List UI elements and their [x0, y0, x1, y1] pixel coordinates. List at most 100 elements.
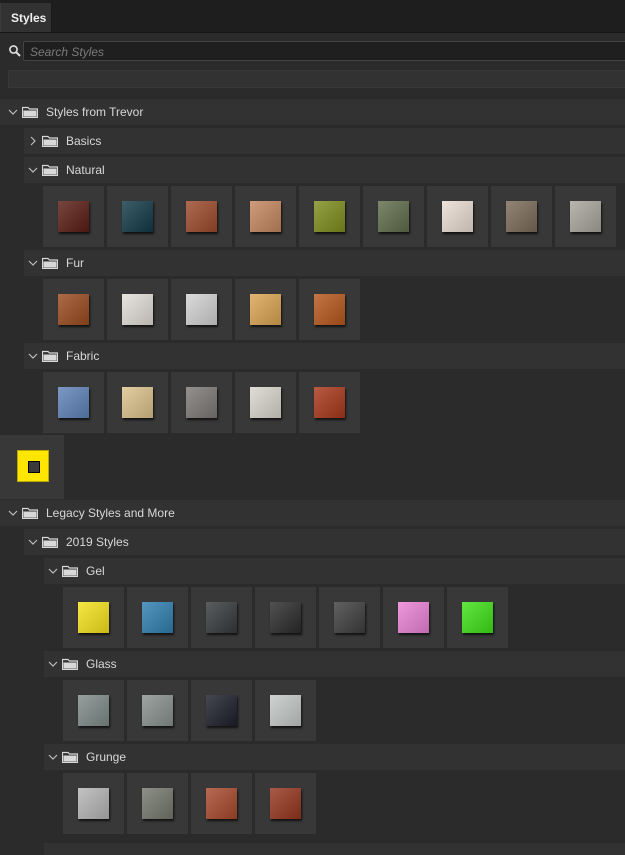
- green-gel-style-swatch[interactable]: [462, 602, 493, 633]
- style-cell-dark-red-wood-style[interactable]: [43, 186, 104, 247]
- black-glass-style-swatch[interactable]: [206, 695, 237, 726]
- fox-fur-style-swatch[interactable]: [58, 294, 89, 325]
- black-gel-style-swatch[interactable]: [270, 602, 301, 633]
- brick-style-swatch[interactable]: [206, 788, 237, 819]
- group-fabric[interactable]: Fabric: [24, 343, 625, 369]
- folder-icon: [42, 257, 58, 269]
- chevron-down-icon[interactable]: [28, 165, 38, 175]
- group-natural[interactable]: Natural: [24, 157, 625, 183]
- group-fur[interactable]: Fur: [24, 250, 625, 276]
- linen-style-swatch[interactable]: [250, 387, 281, 418]
- zebra-style-swatch[interactable]: [186, 294, 217, 325]
- style-cell-crackle-glass-style[interactable]: [255, 680, 316, 741]
- style-cell-linen-style[interactable]: [235, 372, 296, 433]
- chevron-down-icon[interactable]: [8, 508, 18, 518]
- pyramid-metal-style-swatch[interactable]: [570, 201, 601, 232]
- style-cell-silver-grunge-style[interactable]: [63, 773, 124, 834]
- style-cell-pyramid-metal-style[interactable]: [555, 186, 616, 247]
- selected-style-swatch[interactable]: [17, 450, 49, 482]
- rust-style-swatch[interactable]: [270, 788, 301, 819]
- dark-red-wood-style-swatch[interactable]: [58, 201, 89, 232]
- group-legacy-styles[interactable]: Legacy Styles and More: [0, 500, 625, 526]
- style-cell-teal-stone-style[interactable]: [107, 186, 168, 247]
- style-cell-grey-felt-style[interactable]: [171, 372, 232, 433]
- style-cell-tiger-style[interactable]: [299, 279, 360, 340]
- style-cell-orange-wood-style[interactable]: [171, 186, 232, 247]
- selected-style-cell[interactable]: [0, 435, 64, 499]
- style-cell-denim-style[interactable]: [43, 372, 104, 433]
- silver-grunge-style-swatch[interactable]: [78, 788, 109, 819]
- wood-planks-style-swatch[interactable]: [250, 201, 281, 232]
- style-cell-moss-style[interactable]: [299, 186, 360, 247]
- style-cell-frosted-glass-style[interactable]: [127, 680, 188, 741]
- search-icon: [9, 45, 21, 57]
- moss-style-swatch[interactable]: [314, 201, 345, 232]
- style-cell-yellow-gel-style[interactable]: [63, 587, 124, 648]
- yellow-gel-style-swatch[interactable]: [78, 602, 109, 633]
- canvas-style-swatch[interactable]: [122, 387, 153, 418]
- style-cell-black-glass-style[interactable]: [191, 680, 252, 741]
- chevron-down-icon[interactable]: [48, 566, 58, 576]
- style-cell-green-grunge-style[interactable]: [127, 773, 188, 834]
- blue-crystal-style-swatch[interactable]: [142, 602, 173, 633]
- style-cell-camo-stone-style[interactable]: [363, 186, 424, 247]
- orange-wood-style-swatch[interactable]: [186, 201, 217, 232]
- style-cell-black-gel-style[interactable]: [255, 587, 316, 648]
- white-fur-style-swatch[interactable]: [122, 294, 153, 325]
- clear-glass-style-swatch[interactable]: [78, 695, 109, 726]
- gravel-style-swatch[interactable]: [506, 201, 537, 232]
- style-cell-green-gel-style[interactable]: [447, 587, 508, 648]
- style-cell-zebra-style[interactable]: [171, 279, 232, 340]
- leopard-style-swatch[interactable]: [250, 294, 281, 325]
- teal-stone-style-swatch[interactable]: [122, 201, 153, 232]
- group-basics[interactable]: Basics: [24, 128, 625, 154]
- denim-style-swatch[interactable]: [58, 387, 89, 418]
- style-cell-canvas-style[interactable]: [107, 372, 168, 433]
- marble-style-swatch[interactable]: [442, 201, 473, 232]
- search-input[interactable]: Search Styles: [23, 41, 625, 61]
- style-cell-pink-gel-style[interactable]: [383, 587, 444, 648]
- filter-bar[interactable]: [8, 70, 625, 88]
- chevron-down-icon[interactable]: [8, 107, 18, 117]
- grey-felt-style-swatch[interactable]: [186, 387, 217, 418]
- group-gel[interactable]: Gel: [44, 558, 625, 584]
- group-glass[interactable]: Glass: [44, 651, 625, 677]
- crackle-glass-style-swatch[interactable]: [270, 695, 301, 726]
- chevron-down-icon[interactable]: [28, 537, 38, 547]
- group-partially-visible[interactable]: [44, 843, 625, 855]
- chevron-down-icon[interactable]: [48, 752, 58, 762]
- style-cell-wood-planks-style[interactable]: [235, 186, 296, 247]
- dark-grey-gel-style-swatch[interactable]: [334, 602, 365, 633]
- chevron-down-icon[interactable]: [28, 258, 38, 268]
- style-cell-clear-glass-style[interactable]: [63, 680, 124, 741]
- style-cell-red-leather-style[interactable]: [299, 372, 360, 433]
- style-cell-dark-marble-style[interactable]: [191, 587, 252, 648]
- pink-gel-style-swatch[interactable]: [398, 602, 429, 633]
- tab-styles-label: Styles: [11, 11, 47, 25]
- tiger-style-swatch[interactable]: [314, 294, 345, 325]
- group-styles-from-trevor[interactable]: Styles from Trevor: [0, 99, 625, 125]
- style-cell-white-fur-style[interactable]: [107, 279, 168, 340]
- camo-stone-style-swatch[interactable]: [378, 201, 409, 232]
- chevron-right-icon[interactable]: [28, 136, 38, 146]
- style-cell-dark-grey-gel-style[interactable]: [319, 587, 380, 648]
- style-cell-leopard-style[interactable]: [235, 279, 296, 340]
- dark-marble-style-swatch[interactable]: [206, 602, 237, 633]
- green-grunge-style-swatch[interactable]: [142, 788, 173, 819]
- style-cell-rust-style[interactable]: [255, 773, 316, 834]
- tab-styles[interactable]: Styles: [0, 3, 52, 32]
- chevron-down-icon[interactable]: [28, 351, 38, 361]
- group-grunge[interactable]: Grunge: [44, 744, 625, 770]
- folder-icon: [62, 565, 78, 577]
- style-cell-gravel-style[interactable]: [491, 186, 552, 247]
- frosted-glass-style-swatch[interactable]: [142, 695, 173, 726]
- square-icon: [28, 461, 40, 473]
- red-leather-style-swatch[interactable]: [314, 387, 345, 418]
- folder-icon: [22, 106, 38, 118]
- chevron-down-icon[interactable]: [48, 659, 58, 669]
- style-cell-marble-style[interactable]: [427, 186, 488, 247]
- style-cell-fox-fur-style[interactable]: [43, 279, 104, 340]
- group-2019-styles[interactable]: 2019 Styles: [24, 529, 625, 555]
- style-cell-brick-style[interactable]: [191, 773, 252, 834]
- style-cell-blue-crystal-style[interactable]: [127, 587, 188, 648]
